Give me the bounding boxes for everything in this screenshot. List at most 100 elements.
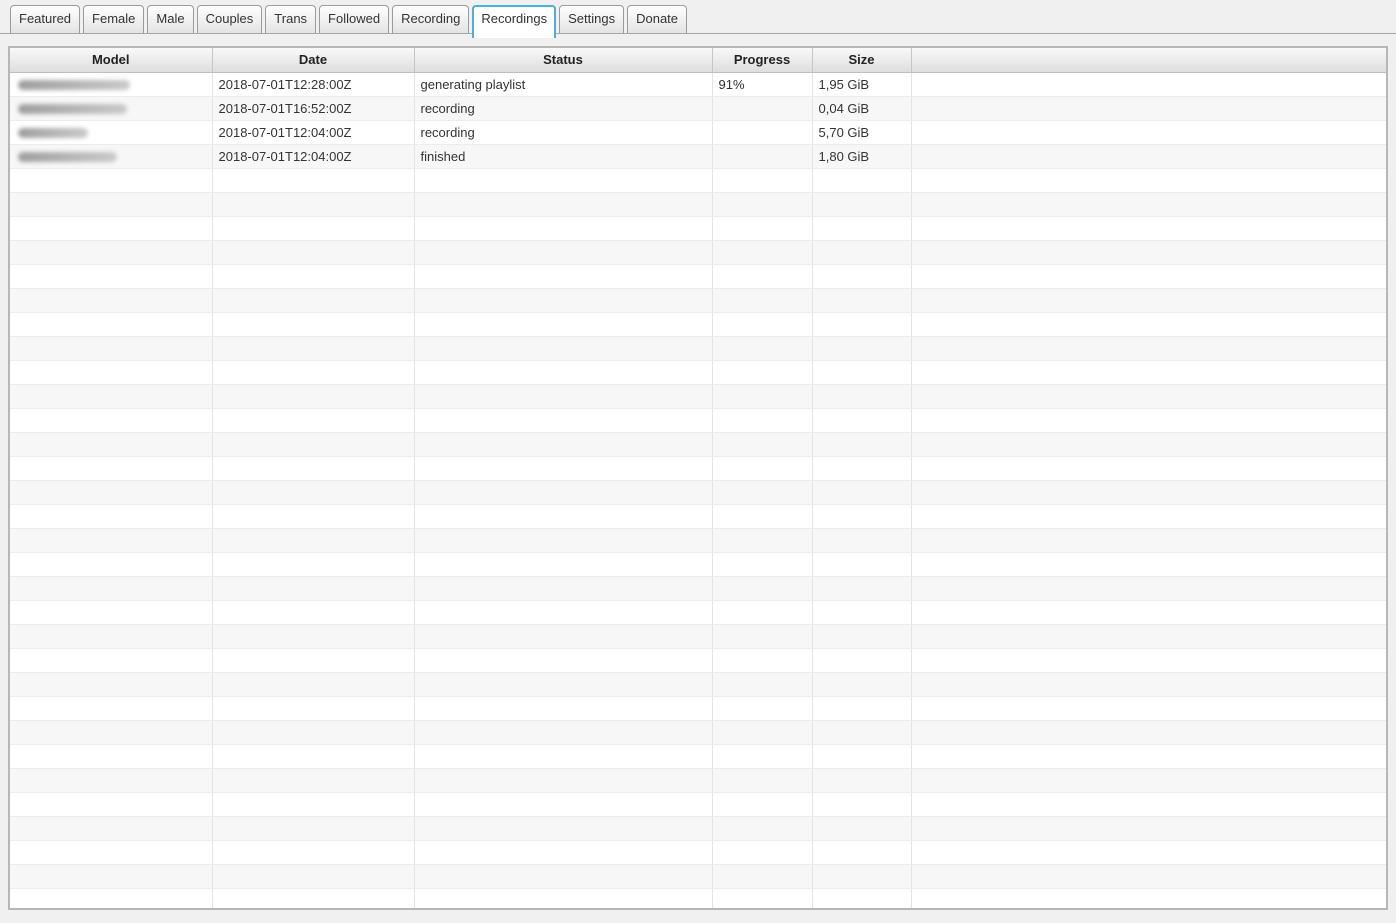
cell-empty: [712, 456, 812, 480]
cell-size: 5,70 GiB: [812, 120, 911, 144]
app-window: FeaturedFemaleMaleCouplesTransFollowedRe…: [0, 0, 1396, 910]
cell-empty: [911, 576, 1386, 600]
table-row-empty: [10, 768, 1386, 792]
tab-trans[interactable]: Trans: [265, 5, 316, 33]
column-header-model[interactable]: Model: [10, 48, 212, 72]
cell-empty: [911, 192, 1386, 216]
cell-empty: [212, 240, 414, 264]
tab-male[interactable]: Male: [147, 5, 193, 33]
cell-status: generating playlist: [414, 72, 712, 96]
cell-empty: [911, 288, 1386, 312]
table-row-empty: [10, 456, 1386, 480]
cell-empty: [212, 744, 414, 768]
cell-empty: [414, 216, 712, 240]
recordings-table-grid: ModelDateStatusProgressSize 2018-07-01T1…: [10, 48, 1386, 910]
cell-empty: [911, 168, 1386, 192]
cell-empty: [712, 840, 812, 864]
cell-empty: [812, 840, 911, 864]
cell-empty: [911, 744, 1386, 768]
cell-empty: [812, 672, 911, 696]
table-row-empty: [10, 480, 1386, 504]
cell-empty: [414, 768, 712, 792]
table-row-empty: [10, 744, 1386, 768]
column-header-progress[interactable]: Progress: [712, 48, 812, 72]
cell-empty: [212, 360, 414, 384]
cell-empty: [212, 216, 414, 240]
cell-empty: [414, 840, 712, 864]
cell-empty: [212, 864, 414, 888]
table-row-empty: [10, 792, 1386, 816]
cell-empty: [812, 768, 911, 792]
cell-empty: [812, 528, 911, 552]
cell-empty: [812, 576, 911, 600]
cell-empty: [212, 624, 414, 648]
table-row-empty: [10, 528, 1386, 552]
table-row-empty: [10, 840, 1386, 864]
cell-empty: [10, 432, 212, 456]
tab-settings[interactable]: Settings: [559, 5, 624, 33]
tab-featured[interactable]: Featured: [10, 5, 80, 33]
cell-empty: [10, 768, 212, 792]
cell-empty: [911, 360, 1386, 384]
cell-empty: [712, 816, 812, 840]
column-header-empty: [911, 48, 1386, 72]
table-row-empty: [10, 816, 1386, 840]
cell-empty: [212, 552, 414, 576]
cell-empty: [911, 480, 1386, 504]
cell-empty: [414, 888, 712, 910]
cell-empty: [414, 864, 712, 888]
cell-empty: [812, 288, 911, 312]
cell-empty: [712, 720, 812, 744]
cell-empty: [911, 864, 1386, 888]
tab-donate[interactable]: Donate: [627, 5, 687, 33]
cell-status: finished: [414, 144, 712, 168]
cell-empty: [212, 576, 414, 600]
tab-couples[interactable]: Couples: [197, 5, 263, 33]
table-row-empty: [10, 504, 1386, 528]
cell-empty: [414, 192, 712, 216]
table-row-empty: [10, 576, 1386, 600]
table-row[interactable]: 2018-07-01T12:04:00Zrecording5,70 GiB: [10, 120, 1386, 144]
cell-empty: [812, 264, 911, 288]
cell-empty: [10, 456, 212, 480]
cell-empty: [911, 672, 1386, 696]
column-header-status[interactable]: Status: [414, 48, 712, 72]
tab-followed[interactable]: Followed: [319, 5, 389, 33]
cell-progress: [712, 120, 812, 144]
cell-empty: [712, 744, 812, 768]
cell-empty: [812, 408, 911, 432]
table-row[interactable]: 2018-07-01T12:28:00Zgenerating playlist9…: [10, 72, 1386, 96]
tab-recordings[interactable]: Recordings: [472, 5, 556, 38]
tab-female[interactable]: Female: [83, 5, 144, 33]
cell-empty: [911, 504, 1386, 528]
cell-empty: [712, 648, 812, 672]
cell-progress: 91%: [712, 72, 812, 96]
cell-empty: [414, 288, 712, 312]
column-header-size[interactable]: Size: [812, 48, 911, 72]
cell-empty: [812, 336, 911, 360]
cell-empty: [712, 768, 812, 792]
table-row-empty: [10, 648, 1386, 672]
tab-recording[interactable]: Recording: [392, 5, 469, 33]
table-row[interactable]: 2018-07-01T12:04:00Zfinished1,80 GiB: [10, 144, 1386, 168]
cell-empty: [812, 504, 911, 528]
cell-empty: [812, 792, 911, 816]
cell-empty: [414, 792, 712, 816]
cell-empty: [212, 720, 414, 744]
column-header-date[interactable]: Date: [212, 48, 414, 72]
cell-empty: [712, 600, 812, 624]
blurred-model-name: [18, 128, 88, 138]
cell-empty: [911, 240, 1386, 264]
cell-empty: [212, 840, 414, 864]
table-row[interactable]: 2018-07-01T16:52:00Zrecording0,04 GiB: [10, 96, 1386, 120]
cell-empty: [10, 312, 212, 336]
cell-empty: [812, 816, 911, 840]
cell-empty: [10, 552, 212, 576]
cell-empty: [414, 672, 712, 696]
cell-empty: [812, 744, 911, 768]
table-row-empty: [10, 336, 1386, 360]
cell-empty: [414, 408, 712, 432]
cell-empty: [414, 528, 712, 552]
cell-empty: [10, 792, 212, 816]
cell-empty: [712, 360, 812, 384]
